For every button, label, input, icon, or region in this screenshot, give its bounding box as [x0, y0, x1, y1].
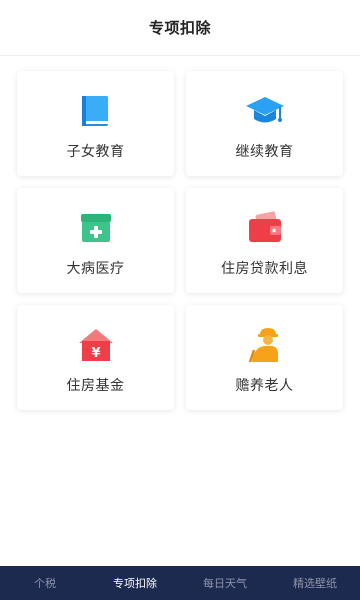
- card-serious-illness[interactable]: 大病医疗: [17, 188, 174, 293]
- card-label: 赡养老人: [235, 378, 294, 394]
- house-yen-icon: ¥: [76, 325, 116, 365]
- card-child-education[interactable]: 子女教育: [17, 71, 174, 176]
- wallet-icon: [245, 208, 285, 248]
- page-title: 专项扣除: [148, 19, 211, 37]
- elderly-person-icon: [245, 325, 285, 365]
- tab-special-deduction[interactable]: 专项扣除: [90, 575, 180, 591]
- bottom-tab-bar: 个税 专项扣除 每日天气 精选壁纸: [0, 566, 360, 600]
- graduation-cap-icon: [245, 91, 285, 131]
- card-continuing-education[interactable]: 继续教育: [186, 71, 343, 176]
- tab-daily-weather[interactable]: 每日天气: [180, 575, 270, 591]
- card-label: 住房贷款利息: [221, 261, 308, 277]
- card-label: 住房基金: [66, 378, 125, 394]
- card-label: 子女教育: [66, 144, 125, 160]
- card-elderly-support[interactable]: 赡养老人: [186, 305, 343, 410]
- app-header: 专项扣除: [0, 0, 360, 56]
- card-housing-loan-interest[interactable]: 住房贷款利息: [186, 188, 343, 293]
- card-housing-fund[interactable]: ¥ 住房基金: [17, 305, 174, 410]
- tab-personal-tax[interactable]: 个税: [0, 575, 90, 591]
- svg-text:¥: ¥: [91, 346, 100, 361]
- card-label: 继续教育: [235, 144, 294, 160]
- tab-wallpapers[interactable]: 精选壁纸: [270, 575, 360, 591]
- card-label: 大病医疗: [66, 261, 125, 277]
- book-icon: [76, 91, 116, 131]
- deduction-grid: 子女教育 继续教育 大病医疗 住房贷款利息 ¥ 住房基金 赡养老人: [17, 71, 343, 410]
- medical-kit-icon: [76, 208, 116, 248]
